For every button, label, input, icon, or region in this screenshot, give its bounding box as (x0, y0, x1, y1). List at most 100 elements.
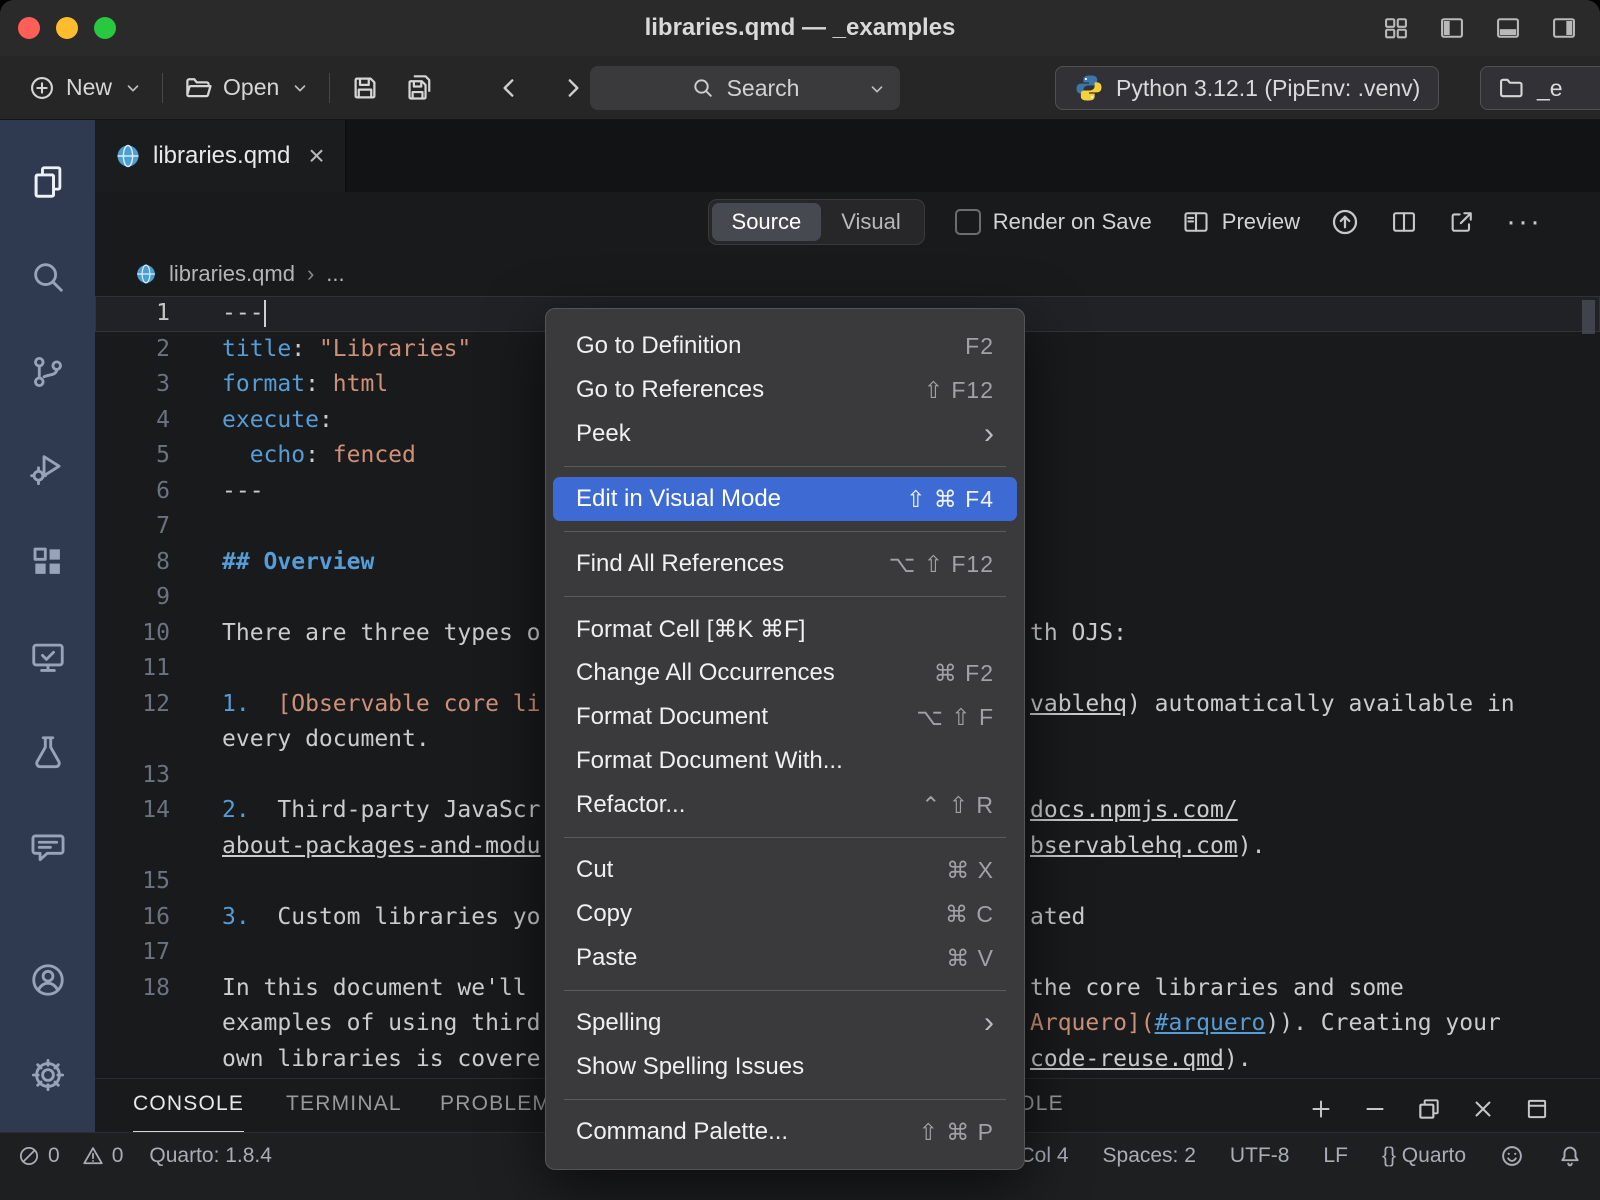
interpreter-label: Python 3.12.1 (PipEnv: .venv) (1116, 75, 1420, 102)
code-token: ). (1224, 1046, 1252, 1072)
menu-item-peek[interactable]: Peek› (546, 412, 1024, 456)
code-token: )). Creating your (1265, 1010, 1500, 1036)
sidebar-item-extensions[interactable] (0, 514, 95, 609)
menu-item-find-all-references[interactable]: Find All References ⌥ ⇧ F12 (546, 542, 1024, 586)
line-number: 17 (95, 935, 170, 971)
menu-item-refactor[interactable]: Refactor...⌃ ⇧ R (546, 783, 1024, 827)
menu-item-shortcut: ⌘ X (946, 857, 994, 884)
menu-item-change-all-occurrences[interactable]: Change All Occurrences⌘ F2 (546, 651, 1024, 695)
sidebar-item-account[interactable] (0, 932, 95, 1027)
sidebar-item-search[interactable] (0, 229, 95, 324)
menu-item-format-document-with[interactable]: Format Document With... (546, 739, 1024, 783)
code-token: every document. (222, 726, 430, 752)
line-number: 5 (95, 438, 170, 474)
menu-item-paste[interactable]: Paste⌘ V (546, 936, 1024, 980)
split-editor-icon[interactable] (1390, 208, 1418, 236)
menu-item-cut[interactable]: Cut⌘ X (546, 848, 1024, 892)
indentation-status[interactable]: Spaces: 2 (1103, 1144, 1196, 1168)
menu-item-shortcut: ⇧ ⌘ F4 (906, 486, 994, 513)
tab-libraries-qmd[interactable]: libraries.qmd × (95, 120, 346, 192)
problems-status[interactable]: 0 0 (18, 1144, 123, 1168)
notifications-bell-icon[interactable] (1558, 1144, 1582, 1168)
menu-item-label: Change All Occurrences (576, 659, 835, 687)
minimize-icon[interactable] (1362, 1096, 1388, 1122)
navigate-back-button[interactable] (484, 69, 534, 107)
menu-item-go-to-references[interactable]: Go to References⇧ F12 (546, 368, 1024, 412)
customize-layout-icon[interactable] (1382, 14, 1410, 42)
menu-item-label: Format Document With... (576, 747, 843, 775)
menu-separator (564, 990, 1006, 991)
panel-tab-console[interactable]: CONSOLE (133, 1079, 244, 1133)
code-token: ) automatically available in (1127, 691, 1515, 717)
feedback-smiley-icon[interactable] (1500, 1144, 1524, 1168)
breadcrumb-more[interactable]: ... (326, 261, 344, 287)
render-on-save-checkbox[interactable] (955, 209, 981, 235)
sidebar-item-settings[interactable] (0, 1027, 95, 1122)
code-token: There are three types o (222, 620, 541, 646)
panel-tab-terminal[interactable]: TERMINAL (286, 1079, 402, 1133)
warning-count: 0 (112, 1144, 124, 1168)
quarto-globe-icon (135, 263, 157, 285)
line-content-right: ated (1030, 900, 1085, 936)
restore-icon[interactable] (1416, 1096, 1442, 1122)
close-icon[interactable] (1470, 1096, 1496, 1122)
menu-item-spelling[interactable]: Spelling› (546, 1001, 1024, 1045)
search-box[interactable]: Search (590, 66, 900, 110)
line-number: 6 (95, 474, 170, 510)
line-content-right: Arquero](#arquero)). Creating your (1030, 1006, 1501, 1042)
sidebar-item-explorer[interactable] (0, 134, 95, 229)
close-icon[interactable]: × (308, 140, 324, 172)
save-all-button[interactable] (392, 66, 448, 110)
more-actions-icon[interactable]: ··· (1506, 205, 1542, 239)
menu-item-format-cell-k-f[interactable]: Format Cell [⌘K ⌘F] (546, 607, 1024, 651)
render-circle-up-icon[interactable] (1330, 207, 1360, 237)
save-button[interactable] (338, 67, 392, 109)
menu-item-label: Edit in Visual Mode (576, 485, 781, 513)
quarto-version-status[interactable]: Quarto: 1.8.4 (149, 1144, 272, 1168)
code-token: 2. (222, 797, 250, 823)
menu-item-show-spelling-issues[interactable]: Show Spelling Issues (546, 1045, 1024, 1089)
sidebar-item-testing[interactable] (0, 704, 95, 799)
text-cursor (264, 300, 266, 327)
sidebar-item-source-control[interactable] (0, 324, 95, 419)
menu-item-shortcut: ⌘ C (945, 901, 994, 928)
encoding-status[interactable]: UTF-8 (1230, 1144, 1290, 1168)
vertical-scrollbar[interactable] (1582, 300, 1595, 334)
sidebar-item-preview[interactable] (0, 609, 95, 704)
menu-item-format-document[interactable]: Format Document⌥ ⇧ F (546, 695, 1024, 739)
chevron-down-icon (124, 79, 142, 97)
toggle-secondary-sidebar-icon[interactable] (1550, 14, 1578, 42)
menu-item-command-palette[interactable]: Command Palette...⇧ ⌘ P (546, 1110, 1024, 1154)
preview-button[interactable]: Preview (1182, 208, 1300, 236)
chevron-down-icon[interactable] (868, 80, 886, 98)
mode-toggle: Source Visual (708, 199, 925, 245)
breadcrumb-file[interactable]: libraries.qmd (169, 261, 295, 287)
menu-item-shortcut: ⌥ ⇧ F12 (889, 551, 994, 578)
toggle-primary-sidebar-icon[interactable] (1438, 14, 1466, 42)
menu-item-go-to-definition[interactable]: Go to DefinitionF2 (546, 324, 1024, 368)
toggle-panel-icon[interactable] (1494, 14, 1522, 42)
sidebar-item-chat[interactable] (0, 799, 95, 894)
code-token: bservablehq.com (1030, 833, 1238, 859)
maximize-panel-icon[interactable] (1524, 1096, 1550, 1122)
workspace-selector[interactable]: _e (1480, 66, 1600, 110)
sidebar-item-run-debug[interactable] (0, 419, 95, 514)
language-mode-status[interactable]: {} Quarto (1382, 1144, 1466, 1168)
code-token: examples of using third (222, 1010, 541, 1036)
source-mode-button[interactable]: Source (712, 203, 822, 241)
interpreter-selector[interactable]: Python 3.12.1 (PipEnv: .venv) (1055, 66, 1439, 110)
code-token: ated (1030, 904, 1085, 930)
eol-status[interactable]: LF (1323, 1144, 1348, 1168)
visual-mode-button[interactable]: Visual (821, 203, 921, 241)
add-icon[interactable] (1308, 1096, 1334, 1122)
menu-separator (564, 1099, 1006, 1100)
open-external-icon[interactable] (1448, 208, 1476, 236)
search-icon (691, 76, 715, 100)
open-button[interactable]: Open (171, 67, 321, 109)
new-button[interactable]: New (16, 68, 154, 108)
menu-item-copy[interactable]: Copy⌘ C (546, 892, 1024, 936)
breadcrumb[interactable]: libraries.qmd › ... (95, 252, 1600, 296)
menu-item-edit-in-visual-mode[interactable]: Edit in Visual Mode ⇧ ⌘ F4 (553, 477, 1017, 521)
menu-item-label: Find All References (576, 550, 784, 578)
line-number: 8 (95, 545, 170, 581)
